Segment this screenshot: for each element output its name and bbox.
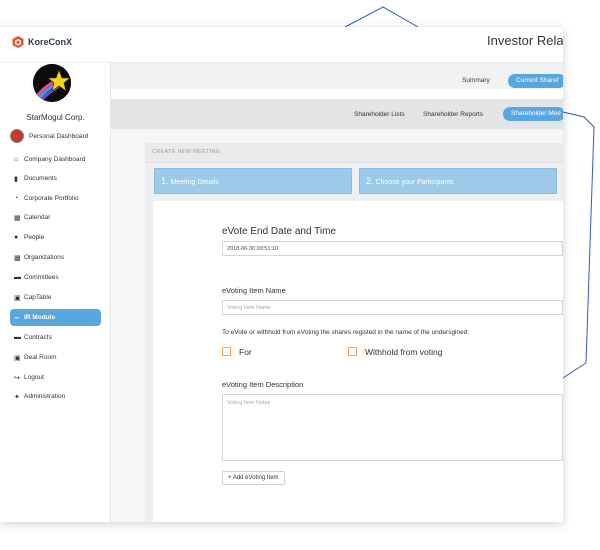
user-avatar-icon [10,128,29,145]
step-label: Meeting Details [170,179,219,186]
description-textarea[interactable] [222,394,563,461]
sidebar-item-logout[interactable]: ↪ Logout [10,369,101,386]
org-name: StarMogul Corp. [26,113,85,122]
sidebar-item-label: Personal Dashboard [29,133,89,140]
brand-name: KoreConX [28,37,73,47]
sidebar-item-label: Administration [24,393,66,400]
sidebar-item-documents[interactable]: ▮ Documents [10,170,101,187]
end-date-field[interactable] [222,241,563,256]
vote-statement: To eVote or withhold from eVoting the sh… [222,329,470,336]
sidebar: StarMogul Corp. Personal Dashboard ⌂ Com… [0,63,111,522]
secondary-tabs: Shareholder Lists Shareholder Reports Sh… [111,99,563,129]
calendar-icon: ▦ [14,214,21,222]
home-icon: ⌂ [14,156,19,163]
sidebar-item-captable[interactable]: ▣ CapTable [10,289,101,306]
sidebar-item-personal-dashboard[interactable]: Personal Dashboard [10,128,101,145]
tab-shareholder-meetings[interactable]: Shareholder Mee [503,107,563,121]
sidebar-item-label: Logout [24,374,44,381]
company-avatar[interactable] [33,64,71,102]
sidebar-item-administration[interactable]: ✦ Administration [10,388,101,405]
sidebar-item-deal-room[interactable]: ▣ Deal Room [10,349,101,366]
step-number: 2. [366,176,374,186]
sidebar-item-label: Committees [24,274,59,281]
sidebar-item-label: CapTable [24,294,52,301]
brand[interactable]: KoreConX [12,36,72,48]
table-icon: ▣ [14,294,21,302]
deal-room-icon: ▣ [14,354,21,362]
handshake-icon: ∼ [14,314,20,322]
tab-shareholder-reports[interactable]: Shareholder Reports [423,111,483,118]
card-header-title: CREATE NEW MEETING [152,149,221,155]
top-bar: KoreConX Investor Relat [0,27,563,63]
sidebar-item-label: Documents [24,175,57,182]
sidebar-item-label: Company Dashboard [24,156,86,163]
sidebar-item-label: Organizations [24,254,65,261]
sidebar-item-label: People [24,234,45,241]
people-icon: ● [14,234,19,241]
sidebar-item-corporate-portfolio[interactable]: ◔ Corporate Portfolio [10,190,101,207]
item-name-label: eVoting Item Name [222,286,286,295]
item-name-input[interactable] [222,300,563,315]
sidebar-item-label: Corporate Portfolio [24,195,79,202]
sidebar-item-ir-module[interactable]: ∼ IR Module [10,309,101,326]
sidebar-item-calendar[interactable]: ▦ Calendar [10,209,101,226]
sidebar-item-label: Deal Room [24,354,57,361]
for-label: For [239,347,252,357]
contract-icon: ▬ [14,334,21,341]
sidebar-item-label: Calendar [24,214,51,221]
logout-icon: ↪ [14,374,20,382]
meeting-form: eVote End Date and Time eVoting Item Nam… [153,201,563,522]
step-meeting-details[interactable]: 1. Meeting Details [154,168,352,194]
sidebar-item-label: IR Module [24,314,56,321]
main-content: CREATE NEW MEETING 1. Meeting Details 2.… [111,129,563,522]
sidebar-item-contracts[interactable]: ▬ Contracts [10,329,101,346]
sidebar-item-organizations[interactable]: ▩ Organizations [10,249,101,266]
app-window: KoreConX Investor Relat StarMogul Corp. … [0,27,563,522]
for-checkbox[interactable] [222,347,231,356]
sidebar-item-label: Contracts [24,334,52,341]
sidebar-item-committees[interactable]: ▬ Committees [10,269,101,286]
document-icon: ▮ [14,175,18,183]
step-choose-participants[interactable]: 2. Choose your Participants [359,168,557,194]
star-logo-icon [33,64,71,102]
tab-shareholder-lists[interactable]: Shareholder Lists [354,111,405,118]
pie-chart-icon: ◔ [14,195,19,202]
withhold-label: Withhold from voting [365,347,443,357]
committees-icon: ▬ [14,274,21,281]
primary-tabs: Summary Current Sharef [111,63,563,89]
koreconx-logo-icon [12,36,24,48]
end-date-label: eVote End Date and Time [222,226,336,237]
step-number: 1. [161,176,169,186]
stage: KoreConX Investor Relat StarMogul Corp. … [0,0,600,550]
sidebar-item-people[interactable]: ● People [10,229,101,246]
wrench-icon: ✦ [14,393,20,401]
step-label: Choose your Participants [375,179,454,186]
create-meeting-card: CREATE NEW MEETING 1. Meeting Details 2.… [145,143,563,522]
tab-current-shareholders[interactable]: Current Sharef [508,74,563,88]
tab-summary[interactable]: Summary [462,77,490,84]
add-evoting-item-button[interactable]: + Add eVoting Item [222,471,285,485]
sidebar-item-company-dashboard[interactable]: ⌂ Company Dashboard [10,151,101,168]
organizations-icon: ▩ [14,254,21,262]
description-label: eVoting Item Description [222,380,304,389]
withhold-checkbox[interactable] [348,347,357,356]
card-header: CREATE NEW MEETING [145,143,563,163]
page-title: Investor Relat [487,33,563,48]
